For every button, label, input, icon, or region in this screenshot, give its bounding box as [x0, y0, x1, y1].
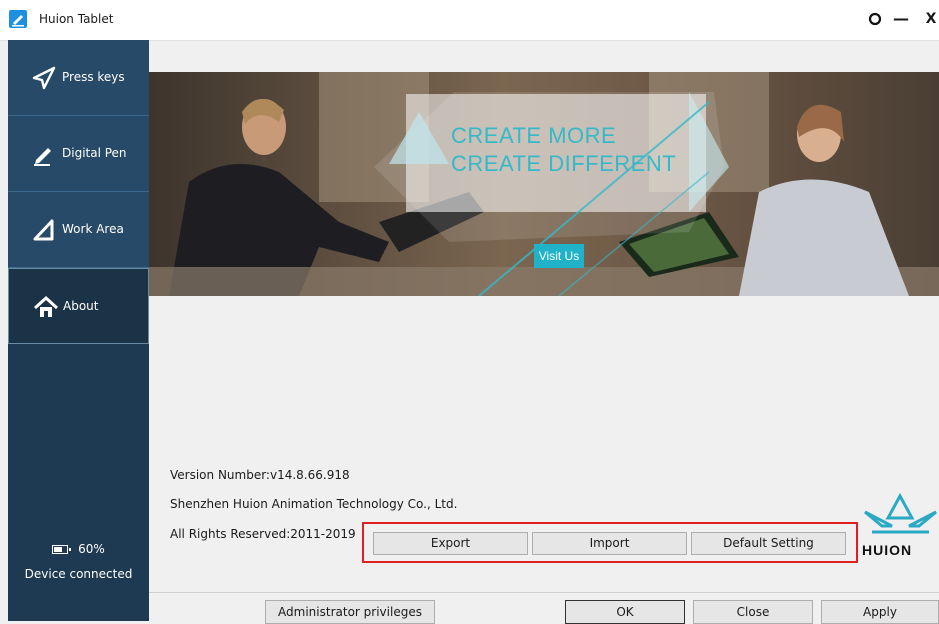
triangle-icon [32, 218, 58, 242]
sidebar-item-label: About [63, 299, 99, 313]
visit-us-button[interactable]: Visit Us [534, 244, 584, 268]
apply-button[interactable]: Apply [821, 600, 939, 624]
sidebar-item-work-area[interactable]: Work Area [8, 192, 149, 268]
send-icon [32, 66, 58, 90]
ok-button[interactable]: OK [565, 600, 685, 624]
banner-headline-1: CREATE MORE [451, 123, 617, 148]
device-status: Device connected [24, 567, 133, 581]
close-button[interactable]: Close [693, 600, 813, 624]
crown-icon [864, 492, 937, 534]
sidebar-item-label: Work Area [62, 222, 124, 236]
close-window-button[interactable]: X [920, 8, 939, 30]
huion-logo: HUION [862, 492, 939, 567]
promo-banner: CREATE MORE CREATE DIFFERENT Visit Us [149, 72, 939, 296]
app-icon [9, 10, 27, 28]
battery-level: 60% [78, 542, 105, 556]
default-setting-button[interactable]: Default Setting [691, 532, 846, 555]
window-title: Huion Tablet [39, 12, 114, 26]
logo-text: HUION [862, 542, 913, 558]
sidebar-item-label: Digital Pen [62, 146, 127, 160]
device-info: 60% Device connected [8, 540, 149, 581]
home-icon [33, 295, 59, 319]
sidebar-item-digital-pen[interactable]: Digital Pen [8, 116, 149, 192]
sidebar: Press keys Digital Pen Work Area About 6… [8, 40, 149, 621]
sidebar-item-about[interactable]: About [8, 268, 149, 344]
footer-bar: Administrator privileges OK Close Apply [149, 592, 939, 624]
import-button[interactable]: Import [532, 532, 687, 555]
copyright: All Rights Reserved:2011-2019 [170, 527, 356, 541]
administrator-privileges-button[interactable]: Administrator privileges [265, 600, 435, 624]
sidebar-item-press-keys[interactable]: Press keys [8, 40, 149, 116]
title-bar: Huion Tablet — X [0, 0, 939, 41]
battery-icon [52, 545, 72, 554]
settings-icon[interactable] [864, 8, 886, 36]
version-number: Version Number:v14.8.66.918 [170, 468, 350, 482]
minimize-button[interactable]: — [890, 8, 912, 30]
company-name: Shenzhen Huion Animation Technology Co.,… [170, 497, 458, 511]
settings-actions-group: Export Import Default Setting [362, 522, 858, 563]
banner-headline-2: CREATE DIFFERENT [451, 151, 677, 176]
pen-icon [32, 142, 58, 166]
sidebar-item-label: Press keys [62, 70, 125, 84]
export-button[interactable]: Export [373, 532, 528, 555]
